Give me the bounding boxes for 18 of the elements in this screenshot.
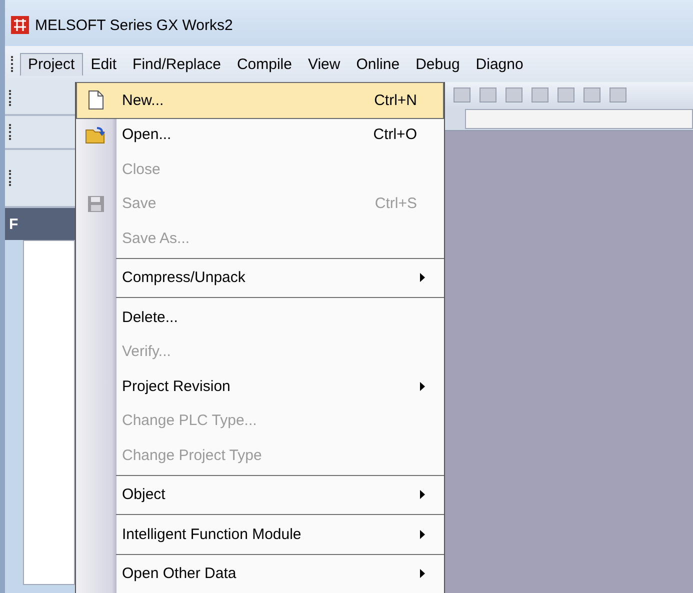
window-title: MELSOFT Series GX Works2 [35, 16, 233, 34]
menu-bar-item[interactable]: Edit [82, 52, 125, 76]
menu-item[interactable]: Object [76, 476, 444, 513]
menu-bar-item[interactable]: Compile [228, 52, 300, 76]
menu-bar-item[interactable]: View [300, 52, 348, 76]
menu-item[interactable]: Compress/Unpack [76, 260, 444, 296]
menu-bar-item[interactable]: Debug [408, 52, 468, 76]
menu-item[interactable]: Project Revision [76, 368, 444, 404]
menu-bar-item[interactable]: Diagno [468, 52, 532, 76]
menu-item[interactable]: Open... Ctrl+O [76, 116, 444, 153]
menu-item[interactable]: Open Other Data [76, 556, 444, 592]
menu-item[interactable]: New... Ctrl+N [76, 82, 444, 118]
menu-item[interactable]: Delete... [76, 299, 444, 336]
menu-bar-item[interactable]: Find/Replace [124, 52, 229, 76]
menu-bar-item[interactable]: Online [348, 52, 408, 76]
menu-item[interactable]: Intelligent Function Module [76, 516, 444, 552]
panel-tab[interactable]: F [5, 208, 75, 240]
menu-bar-item[interactable]: Project [20, 52, 83, 76]
